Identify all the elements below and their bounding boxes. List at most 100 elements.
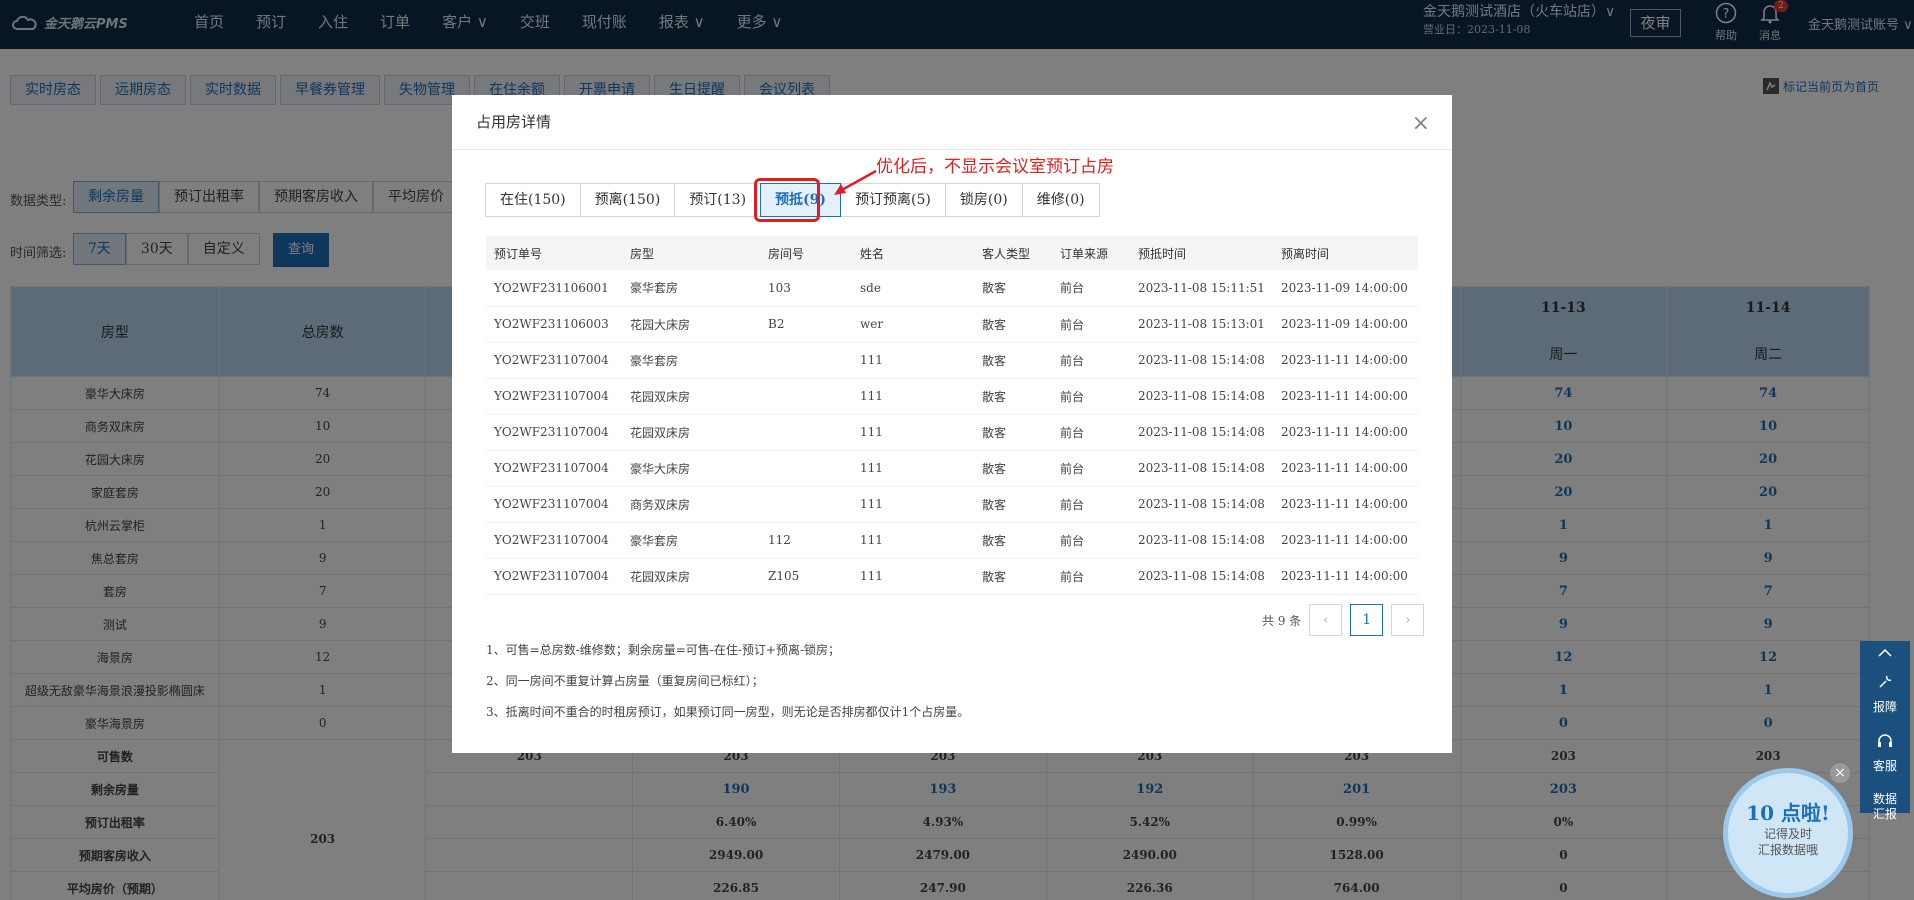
customer-service-label: 客服	[1872, 759, 1897, 773]
guest-type-cell: 散客	[974, 270, 1052, 307]
guest-type-cell: 散客	[974, 486, 1052, 523]
annotation-arrow-icon	[834, 169, 877, 195]
order-no-cell: YO2WF231107004	[486, 342, 622, 379]
table-row[interactable]: YO2WF231107004 花园双床房 111 散客 前台 2023-11-08 15:…	[486, 378, 1418, 415]
order-source-cell: 前台	[1052, 270, 1130, 307]
guest-name-cell: 111	[852, 522, 974, 559]
order-source-cell: 前台	[1052, 450, 1130, 487]
room-type-cell: 商务双床房	[622, 486, 760, 523]
due-in-table: 预订单号 房型 房间号 姓名 客人类型 订单来源 预抵时间 预离时间 YO2WF…	[486, 236, 1418, 595]
arrival-time-cell: 2023-11-08 15:11:51	[1130, 270, 1273, 307]
tab-locked[interactable]: 锁房(0)	[944, 183, 1023, 217]
tab-in-house[interactable]: 在住(150)	[485, 183, 581, 217]
order-no-cell: YO2WF231107004	[486, 414, 622, 451]
chevron-up-icon	[1878, 648, 1892, 657]
reminder-line-2: 汇报数据哦	[1757, 843, 1818, 857]
order-source-cell: 前台	[1052, 414, 1130, 451]
tab-reserved[interactable]: 预订(13)	[674, 183, 762, 217]
data-report-button[interactable]: 数据汇报	[1871, 786, 1899, 828]
headset-icon	[1878, 734, 1892, 747]
room-no-cell: Z105	[760, 558, 852, 595]
guest-name-cell: 111	[852, 558, 974, 595]
arrival-time-cell: 2023-11-08 15:14:08	[1130, 378, 1273, 415]
data-reminder-bubble[interactable]: 10 点啦! 记得及时 汇报数据哦	[1723, 768, 1853, 898]
order-no-cell: YO2WF231107004	[486, 486, 622, 523]
tab-maintenance[interactable]: 维修(0)	[1021, 183, 1100, 217]
order-no-cell: YO2WF231107004	[486, 522, 622, 559]
order-no-cell: YO2WF231107004	[486, 450, 622, 487]
room-type-cell: 花园双床房	[622, 378, 760, 415]
floating-toolbar: 报障 客服 数据汇报	[1860, 641, 1910, 821]
order-source-cell: 前台	[1052, 486, 1130, 523]
scroll-top-button[interactable]	[1860, 641, 1910, 668]
prev-page-button[interactable]: ‹	[1309, 604, 1343, 636]
annotation-highlight-box	[754, 178, 820, 222]
room-no-cell	[760, 414, 852, 451]
due-in-header-row: 预订单号 房型 房间号 姓名 客人类型 订单来源 预抵时间 预离时间	[486, 236, 1418, 270]
due-in-rows: YO2WF231106001 豪华套房 103 sde 散客 前台 2023-11-08 1…	[486, 270, 1418, 595]
arrival-time-cell: 2023-11-08 15:14:08	[1130, 342, 1273, 379]
arrival-time-cell: 2023-11-08 15:14:08	[1130, 486, 1273, 523]
arrival-time-cell: 2023-11-08 15:14:08	[1130, 558, 1273, 595]
wrench-icon	[1879, 675, 1892, 688]
arrival-time-cell: 2023-11-08 15:14:08	[1130, 450, 1273, 487]
annotation-text: 优化后，不显示会议室预订占房	[876, 157, 1114, 177]
guest-name-cell: 111	[852, 414, 974, 451]
room-no-cell: 112	[760, 522, 852, 559]
room-type-cell: 花园双床房	[622, 414, 760, 451]
total-count: 共 9 条	[1262, 613, 1302, 628]
guest-type-cell: 散客	[974, 306, 1052, 343]
guest-type-cell: 散客	[974, 414, 1052, 451]
note-3: 3、抵离时间不重合的时租房预订，如果预订同一房型，则无论是否排房都仅计1个占房量…	[486, 705, 970, 719]
order-source-cell: 前台	[1052, 342, 1130, 379]
note-2: 2、同一房间不重复计算占房量（重复房间已标红）；	[486, 674, 764, 688]
room-type-cell: 豪华套房	[622, 270, 760, 307]
room-type-cell: 豪华套房	[622, 342, 760, 379]
notes-section: 1、可售=总房数-维修数；剩余房量=可售-在住-预订+预离-锁房； 2、同一房间…	[486, 635, 969, 728]
customer-service-button[interactable]: 客服	[1860, 727, 1910, 786]
reminder-line-1: 记得及时	[1763, 827, 1812, 841]
guest-name-cell: sde	[852, 270, 974, 307]
table-row[interactable]: YO2WF231107004 豪华套房 112 111 散客 前台 2023-11-08 1…	[486, 522, 1418, 559]
departure-time-cell: 2023-11-11 14:00:00	[1273, 486, 1418, 523]
guest-type-cell: 散客	[974, 450, 1052, 487]
room-type-cell: 豪华套房	[622, 522, 760, 559]
report-issue-button[interactable]: 报障	[1860, 668, 1910, 727]
guest-name-cell: 111	[852, 342, 974, 379]
room-no-cell	[760, 378, 852, 415]
col-room-no: 房间号	[760, 236, 852, 270]
reminder-time: 10 点啦!	[1746, 801, 1830, 825]
table-row[interactable]: YO2WF231107004 豪华大床房 111 散客 前台 2023-11-08 15:…	[486, 450, 1418, 487]
table-row[interactable]: YO2WF231107004 花园双床房 111 散客 前台 2023-11-08 15:…	[486, 414, 1418, 451]
table-row[interactable]: YO2WF231107004 豪华套房 111 散客 前台 2023-11-08 15:1…	[486, 342, 1418, 379]
order-no-cell: YO2WF231107004	[486, 378, 622, 415]
close-icon[interactable]: ×	[1412, 111, 1430, 136]
col-order-source: 订单来源	[1052, 236, 1130, 270]
table-row[interactable]: YO2WF231106003 花园大床房 B2 wer 散客 前台 2023-11-08 1…	[486, 306, 1418, 343]
tab-due-out[interactable]: 预离(150)	[579, 183, 676, 217]
table-row[interactable]: YO2WF231107004 商务双床房 111 散客 前台 2023-11-08 15:…	[486, 486, 1418, 523]
order-no-cell: YO2WF231106001	[486, 270, 622, 307]
room-no-cell	[760, 450, 852, 487]
pagination: 共 9 条 ‹ 1 ›	[1262, 604, 1425, 636]
note-1: 1、可售=总房数-维修数；剩余房量=可售-在住-预订+预离-锁房；	[486, 643, 841, 657]
col-departure-time: 预离时间	[1273, 236, 1418, 270]
arrival-time-cell: 2023-11-08 15:13:01	[1130, 306, 1273, 343]
order-source-cell: 前台	[1052, 558, 1130, 595]
bubble-close-icon[interactable]: ×	[1830, 763, 1850, 783]
departure-time-cell: 2023-11-11 14:00:00	[1273, 450, 1418, 487]
departure-time-cell: 2023-11-11 14:00:00	[1273, 342, 1418, 379]
room-no-cell: B2	[760, 306, 852, 343]
table-row[interactable]: YO2WF231106001 豪华套房 103 sde 散客 前台 2023-11-08 1…	[486, 270, 1418, 307]
next-page-button[interactable]: ›	[1391, 604, 1425, 636]
page-number-button[interactable]: 1	[1350, 604, 1384, 636]
table-row[interactable]: YO2WF231107004 花园双床房 Z105 111 散客 前台 2023-11-08…	[486, 558, 1418, 595]
room-no-cell: 103	[760, 270, 852, 307]
guest-name-cell: 111	[852, 450, 974, 487]
departure-time-cell: 2023-11-11 14:00:00	[1273, 558, 1418, 595]
room-type-cell: 豪华大床房	[622, 450, 760, 487]
departure-time-cell: 2023-11-11 14:00:00	[1273, 414, 1418, 451]
order-source-cell: 前台	[1052, 522, 1130, 559]
col-guest-type: 客人类型	[974, 236, 1052, 270]
room-no-cell	[760, 342, 852, 379]
